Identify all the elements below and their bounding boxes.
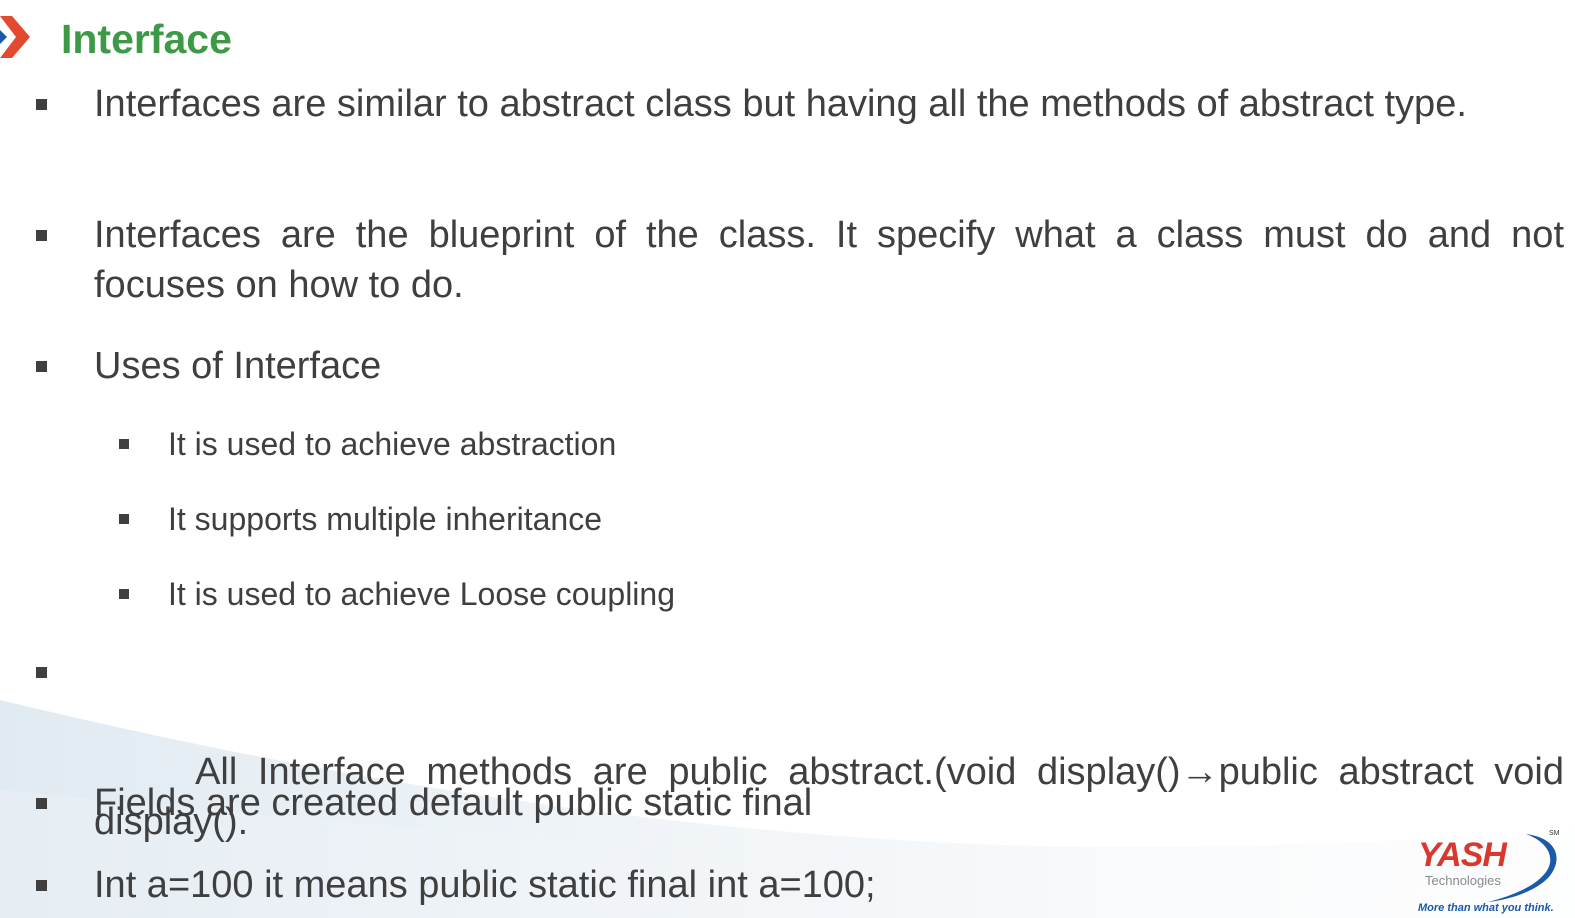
chevron-right-icon: [0, 16, 30, 58]
sub-bullet-text: It is used to achieve Loose coupling: [168, 576, 675, 612]
square-bullet-icon: [36, 798, 47, 809]
square-bullet-icon: [36, 361, 47, 372]
square-bullet-icon: [119, 439, 129, 449]
sub-bullet-item: It is used to achieve Loose coupling: [119, 574, 1368, 614]
logo-tagline: More than what you think.: [1418, 902, 1554, 914]
logo-subtitle: Technologies: [1425, 873, 1501, 888]
sub-bullet-text: It supports multiple inheritance: [168, 501, 602, 537]
slide: Interface Interfaces are similar to abst…: [0, 0, 1575, 918]
bullet-item: Fields are created default public static…: [36, 778, 1564, 828]
logo-wordmark: YASH: [1418, 836, 1507, 874]
square-bullet-icon: [119, 514, 129, 524]
square-bullet-icon: [36, 880, 47, 891]
bullet-item: Interfaces are similar to abstract class…: [36, 79, 1564, 129]
bullet-text: Fields are created default public static…: [94, 782, 813, 824]
sub-bullet-text: It is used to achieve abstraction: [168, 426, 617, 462]
yash-logo: YASH SM Technologies More than what you …: [1408, 828, 1568, 918]
bullet-item: Int a=100 it means public static final i…: [36, 860, 1564, 910]
sub-bullet-item: It is used to achieve abstraction: [119, 424, 1368, 464]
bullet-item: Uses of Interface: [36, 341, 1564, 391]
square-bullet-icon: [36, 99, 47, 110]
slide-title: Interface: [61, 16, 232, 62]
bullet-text: Interfaces are similar to abstract class…: [94, 83, 1467, 125]
logo-service-mark: SM: [1549, 830, 1560, 837]
sub-bullet-item: It supports multiple inheritance: [119, 499, 1368, 539]
bullet-item: Interfaces are the blueprint of the clas…: [36, 210, 1564, 310]
bullet-text: Uses of Interface: [94, 345, 382, 387]
square-bullet-icon: [36, 667, 47, 678]
square-bullet-icon: [119, 589, 129, 599]
bullet-text: Int a=100 it means public static final i…: [94, 864, 876, 906]
square-bullet-icon: [36, 230, 47, 241]
bullet-text: Interfaces are the blueprint of the clas…: [94, 214, 1564, 306]
